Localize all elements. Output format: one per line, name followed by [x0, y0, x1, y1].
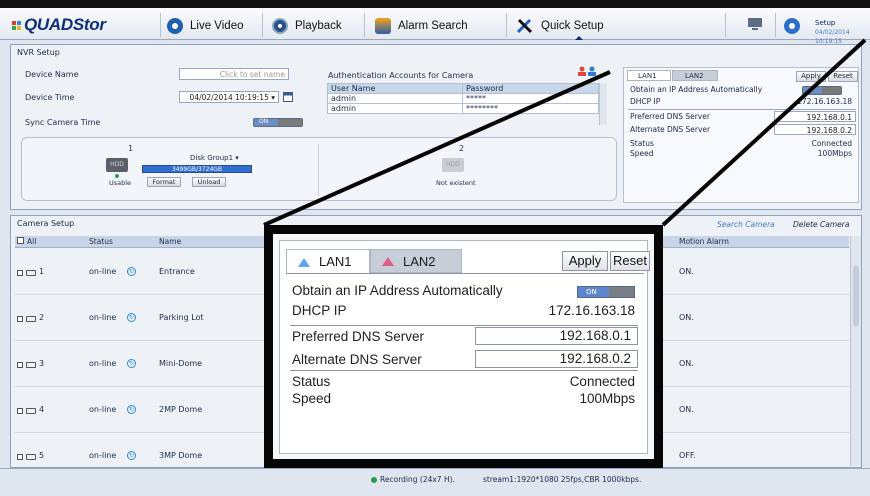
separator: [290, 325, 638, 326]
network-zoom-panel: LAN1 LAN2 Apply Reset Obtain an IP Addre…: [279, 240, 650, 454]
status-bar: Recording (24x7 H). stream1:1920*1080 25…: [0, 468, 870, 496]
obtain-ip-toggle[interactable]: ON: [577, 286, 635, 298]
tab-lan1-zoom-label: LAN1: [319, 254, 352, 269]
preferred-dns-label: Preferred DNS Server: [292, 329, 425, 344]
speed-value: 100Mbps: [579, 391, 635, 406]
status-value: Connected: [569, 374, 635, 389]
stream-info: stream1:1920*1080 25fps,CBR 1000kbps.: [483, 475, 642, 484]
tab-lan2-zoom-label: LAN2: [403, 253, 436, 269]
alternate-dns-input[interactable]: 192.168.0.2: [475, 350, 638, 368]
apply-button[interactable]: Apply: [562, 251, 608, 271]
tab-lan1-zoom[interactable]: LAN1: [286, 249, 370, 273]
status-label: Status: [292, 374, 331, 389]
alternate-dns-label: Alternate DNS Server: [292, 352, 422, 367]
speed-label: Speed: [292, 391, 332, 406]
lan1-network-icon: [298, 257, 310, 267]
obtain-ip-toggle-state: ON: [586, 288, 597, 296]
separator: [290, 370, 638, 371]
dhcp-ip-value: 172.16.163.18: [548, 303, 635, 318]
lan2-network-icon: [382, 257, 394, 266]
recording-indicator-icon: [371, 477, 377, 483]
preferred-dns-input[interactable]: 192.168.0.1: [475, 327, 638, 345]
network-zoom-inset: LAN1 LAN2 Apply Reset Obtain an IP Addre…: [264, 225, 663, 468]
nvr-app-window: QUADStor Live Video Playback Alarm Searc…: [0, 0, 870, 496]
obtain-ip-label: Obtain an IP Address Automatically: [292, 283, 503, 298]
tab-underline: [286, 273, 644, 274]
recording-status: Recording (24x7 H).: [380, 475, 455, 484]
tab-lan2-zoom[interactable]: LAN2: [370, 249, 462, 273]
dhcp-ip-label: DHCP IP: [292, 303, 347, 318]
reset-button[interactable]: Reset: [610, 251, 650, 271]
